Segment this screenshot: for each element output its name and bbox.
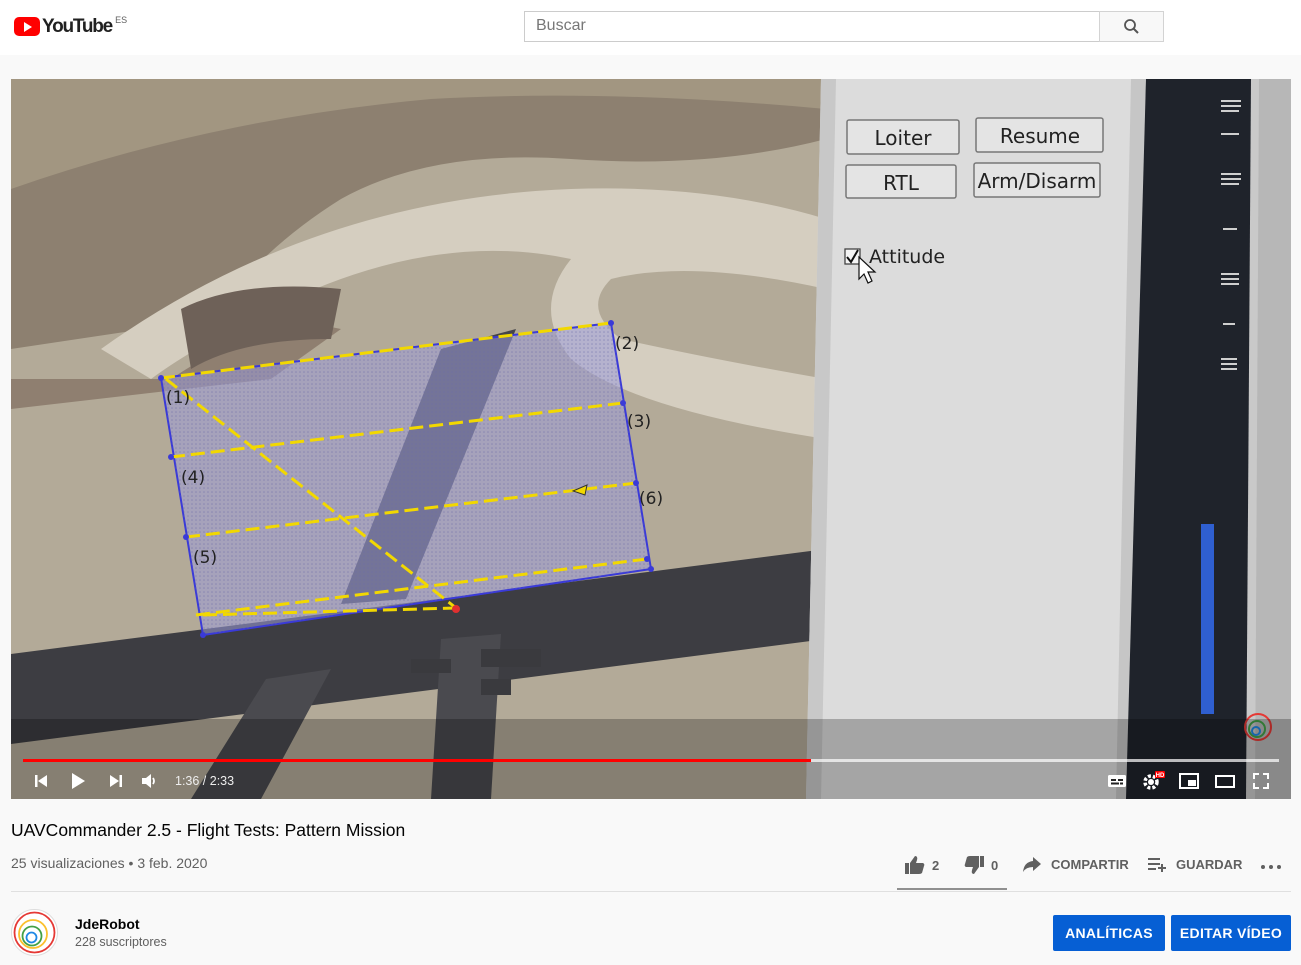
subtitles-button[interactable]: [1103, 767, 1131, 795]
map-label-1: (1): [166, 388, 190, 408]
thumbs-down-icon: [964, 856, 984, 874]
more-actions-button[interactable]: [1260, 857, 1282, 875]
miniplayer-button[interactable]: [1175, 767, 1203, 795]
video-title: UAVCommander 2.5 - Flight Tests: Pattern…: [11, 820, 406, 840]
time-display: 1:36 / 2:33: [175, 774, 235, 788]
analytics-button[interactable]: ANALÍTICAS: [1053, 915, 1165, 951]
hd-badge: HD: [1156, 773, 1165, 779]
arm-disarm-button-label: Arm/Disarm: [978, 169, 1097, 193]
rtl-button-label: RTL: [883, 171, 920, 195]
youtube-logo[interactable]: YouTube ES: [14, 15, 128, 38]
search-button[interactable]: [1099, 11, 1164, 42]
video-frame: (1) (2) (3) (4) (5) (6) Loiter Resume RT…: [11, 79, 1291, 799]
like-count: 2: [932, 857, 940, 873]
upload-date: 3 feb. 2020: [137, 855, 208, 871]
share-label: COMPARTIR: [1051, 856, 1129, 872]
divider: [11, 891, 1291, 892]
map-label-3: (3): [627, 412, 651, 432]
theater-mode-icon: [1215, 775, 1235, 788]
meta-separator: •: [128, 855, 134, 871]
progress-played: [23, 759, 811, 762]
previous-button[interactable]: [27, 767, 55, 795]
map-label-2: (2): [615, 334, 639, 354]
like-button[interactable]: 2: [904, 855, 939, 875]
miniplayer-icon: [1179, 773, 1199, 789]
save-button[interactable]: GUARDAR: [1147, 855, 1242, 873]
subtitles-icon: [1108, 775, 1126, 787]
map-label-4: (4): [181, 468, 205, 488]
volume-button[interactable]: [136, 767, 164, 795]
settings-button[interactable]: HD: [1139, 767, 1167, 795]
search-box[interactable]: [524, 11, 1100, 42]
volume-icon: [142, 774, 155, 788]
attitude-label: Attitude: [869, 246, 945, 268]
resume-button-label: Resume: [1000, 124, 1080, 148]
more-horizontal-icon: [1261, 865, 1281, 869]
edit-video-button[interactable]: EDITAR VÍDEO: [1171, 915, 1291, 951]
share-button[interactable]: COMPARTIR: [1022, 855, 1129, 873]
next-button[interactable]: [102, 767, 130, 795]
logo-text: YouTube: [42, 16, 113, 37]
dislike-count: 0: [991, 857, 999, 873]
fullscreen-icon: [1253, 773, 1269, 789]
channel-name[interactable]: JdeRobot: [75, 916, 140, 932]
video-meta: 25 visualizaciones • 3 feb. 2020: [11, 855, 207, 871]
subscriber-count: 228 suscriptores: [75, 935, 167, 949]
video-player[interactable]: (1) (2) (3) (4) (5) (6) Loiter Resume RT…: [11, 79, 1291, 799]
channel-avatar[interactable]: [11, 909, 58, 956]
save-label: GUARDAR: [1176, 856, 1243, 872]
thumbs-up-icon: [905, 856, 925, 874]
theater-mode-button[interactable]: [1211, 767, 1239, 795]
previous-icon: [35, 775, 47, 787]
map-label-5: (5): [193, 548, 217, 568]
gear-icon: HD: [1143, 771, 1165, 790]
progress-bar[interactable]: [23, 759, 1279, 762]
fullscreen-button[interactable]: [1247, 767, 1275, 795]
play-icon: [72, 773, 85, 789]
loiter-button-label: Loiter: [875, 126, 933, 150]
next-icon: [110, 775, 122, 787]
play-button[interactable]: [64, 767, 92, 795]
region-code: ES: [115, 15, 128, 25]
add-to-playlist-icon: [1148, 858, 1166, 872]
search-icon: [1124, 19, 1139, 34]
masthead: YouTube ES: [0, 0, 1301, 55]
share-icon: [1023, 857, 1041, 872]
view-count: 25 visualizaciones: [11, 855, 125, 871]
play-logo-icon: [14, 17, 40, 36]
like-ratio-bar: [897, 888, 1007, 890]
map-label-6: (6): [639, 489, 663, 509]
player-controls: 1:36 / 2:33 HD: [11, 763, 1291, 799]
dislike-button[interactable]: 0: [963, 855, 998, 875]
jderobot-logo-icon: [11, 909, 58, 956]
search-input[interactable]: [525, 12, 1076, 40]
